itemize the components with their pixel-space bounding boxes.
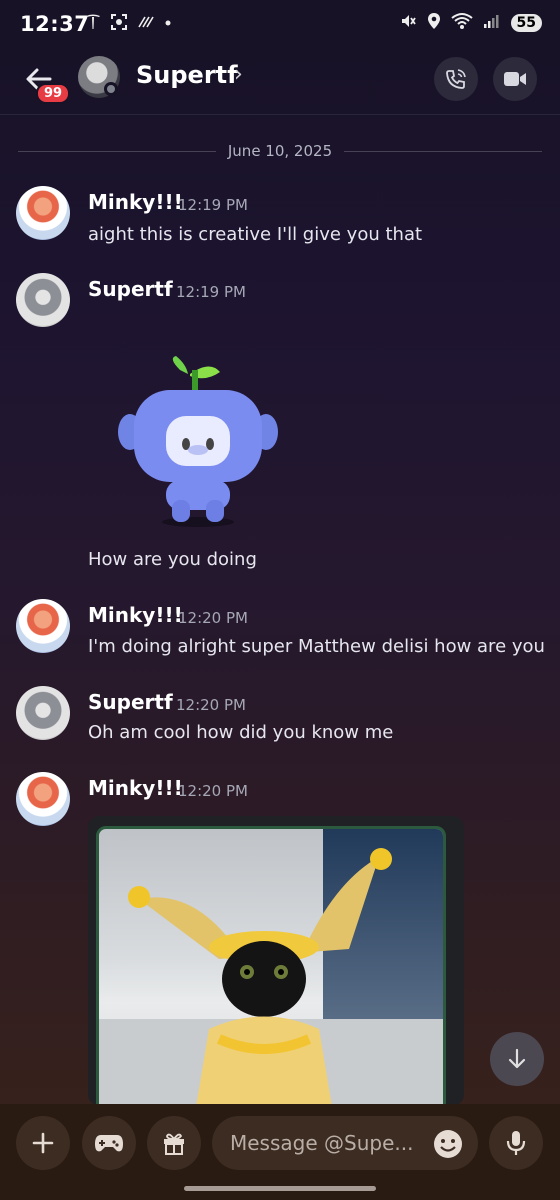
smile-icon bbox=[434, 1130, 462, 1158]
message-timestamp: 12:19 PM bbox=[178, 196, 248, 214]
battery-indicator: 55 bbox=[510, 14, 542, 32]
message-text: I'm doing alright super Matthew delisi h… bbox=[88, 636, 545, 657]
gesture-home-bar[interactable] bbox=[184, 1186, 376, 1191]
screenshot-icon bbox=[110, 13, 128, 35]
message-timestamp: 12:20 PM bbox=[178, 609, 248, 627]
message-text: aight this is creative I'll give you tha… bbox=[88, 224, 423, 245]
unread-badge: 99 bbox=[36, 83, 71, 104]
message-timestamp: 12:19 PM bbox=[176, 283, 246, 301]
voice-message-button[interactable] bbox=[489, 1116, 543, 1170]
add-attachment-button[interactable] bbox=[16, 1116, 70, 1170]
wumpus-sticker-image bbox=[118, 356, 278, 527]
date-separator: June 10, 2025 bbox=[18, 140, 542, 162]
message-author[interactable]: Supertf bbox=[88, 277, 173, 301]
offline-status-indicator bbox=[104, 82, 118, 96]
phone-icon bbox=[446, 69, 466, 89]
image-attachment[interactable] bbox=[88, 816, 464, 1106]
message-text: How are you doing bbox=[88, 549, 257, 570]
nfc-icon bbox=[136, 13, 156, 35]
message-author[interactable]: Minky!!! bbox=[88, 776, 183, 800]
status-system-icons: 55 bbox=[399, 12, 542, 34]
wumpus-sticker[interactable] bbox=[118, 352, 278, 532]
signal-icon bbox=[483, 12, 501, 34]
plus-icon bbox=[32, 1132, 54, 1154]
message-author[interactable]: Minky!!! bbox=[88, 190, 183, 214]
microphone-icon bbox=[506, 1131, 526, 1155]
location-icon bbox=[427, 12, 441, 34]
emoji-button[interactable] bbox=[432, 1128, 464, 1160]
gift-button[interactable] bbox=[147, 1116, 201, 1170]
message-text: Oh am cool how did you know me bbox=[88, 722, 394, 743]
avatar[interactable] bbox=[16, 186, 70, 240]
wifi-icon bbox=[450, 12, 473, 34]
activities-button[interactable] bbox=[82, 1116, 136, 1170]
avatar[interactable] bbox=[16, 599, 70, 653]
cat-photo bbox=[96, 826, 446, 1106]
cat-in-jester-hat-image bbox=[99, 848, 443, 1106]
status-time: 12:37 bbox=[20, 12, 90, 36]
mute-icon bbox=[399, 12, 417, 34]
message-author[interactable]: Supertf bbox=[88, 690, 173, 714]
avatar[interactable] bbox=[16, 686, 70, 740]
dot-icon bbox=[164, 13, 172, 35]
video-camera-icon bbox=[504, 72, 526, 86]
arrow-down-icon bbox=[508, 1048, 526, 1069]
message-timestamp: 12:20 PM bbox=[176, 696, 246, 714]
avatar[interactable] bbox=[16, 772, 70, 826]
tesla-icon bbox=[84, 13, 102, 35]
divider bbox=[344, 151, 542, 152]
message-timestamp: 12:20 PM bbox=[178, 782, 248, 800]
dm-header: 99 Supertf › bbox=[0, 50, 560, 115]
video-call-button[interactable] bbox=[493, 57, 537, 101]
avatar[interactable] bbox=[16, 273, 70, 327]
jump-to-present-button[interactable] bbox=[490, 1032, 544, 1086]
status-notification-icons bbox=[84, 13, 172, 35]
channel-name[interactable]: Supertf bbox=[136, 61, 238, 89]
status-bar: 12:37 55 bbox=[0, 0, 560, 50]
gamepad-icon bbox=[95, 1135, 123, 1152]
voice-call-button[interactable] bbox=[434, 57, 478, 101]
gift-icon bbox=[164, 1133, 184, 1155]
message-author[interactable]: Minky!!! bbox=[88, 603, 183, 627]
chevron-right-icon[interactable]: › bbox=[234, 62, 243, 87]
